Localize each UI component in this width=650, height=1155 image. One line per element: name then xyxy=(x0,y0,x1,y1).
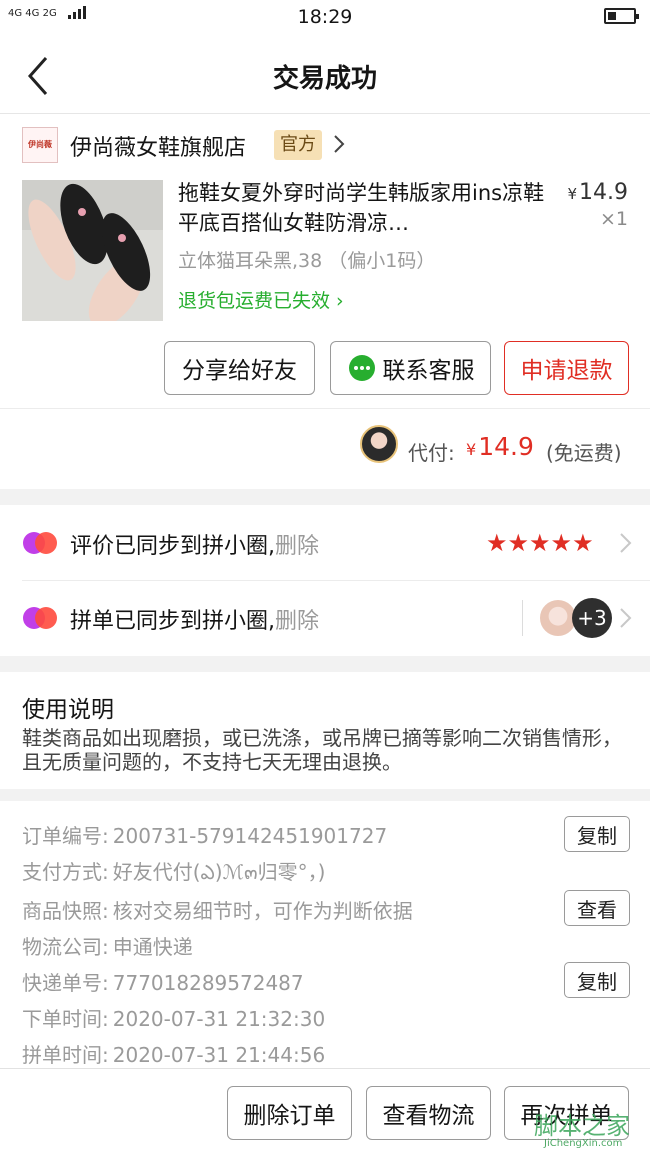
product-spec: 立体猫耳朵黑,38 （偏小1码） xyxy=(178,250,436,272)
info-label: 拼单时间: xyxy=(22,1043,109,1067)
group-delete-link[interactable]: 删除 xyxy=(275,609,319,634)
return-note-text: 退货包运费已失效 xyxy=(178,290,331,312)
review-sync-label: 评价已同步到拼小圈, xyxy=(70,534,275,559)
group-time-row: 拼单时间: 2020-07-31 21:44:56 xyxy=(22,1039,325,1068)
info-label: 订单编号: xyxy=(22,824,109,848)
snapshot-note: 核对交易细节时，可作为判断依据 xyxy=(112,899,413,923)
payer-avatar xyxy=(360,425,398,463)
order-time-row: 下单时间: 2020-07-31 21:32:30 xyxy=(22,1003,325,1032)
info-label: 支付方式: xyxy=(22,860,109,884)
copy-tracking-button[interactable]: 复制 xyxy=(564,962,630,998)
pinxiaoquan-icon xyxy=(23,607,57,629)
share-button[interactable]: 分享给好友 xyxy=(164,341,315,395)
watermark: 脚本之家 JiChengXin.com xyxy=(532,1106,650,1152)
chat-icon xyxy=(348,355,375,381)
chevron-right-icon xyxy=(334,135,345,153)
payment-method: 好友代付(ఎ)ℳ๓归零°，) xyxy=(112,860,326,884)
info-label: 物流公司: xyxy=(22,935,109,959)
info-label: 下单时间: xyxy=(22,1007,109,1031)
divider xyxy=(0,408,650,409)
status-bar: 4G 4G 2G 18:29 xyxy=(0,0,650,36)
currency-symbol: ¥ xyxy=(466,440,477,459)
store-logo: 伊尚薇 xyxy=(22,127,58,163)
product-quantity: ×1 xyxy=(599,208,628,230)
tracking-number-row: 快递单号: 777018289572487 xyxy=(22,967,304,996)
view-snapshot-button[interactable]: 查看 xyxy=(564,890,630,926)
watermark-text: 脚本之家 xyxy=(534,1112,630,1140)
order-time: 2020-07-31 21:32:30 xyxy=(112,1007,326,1031)
snapshot-row: 商品快照: 核对交易细节时，可作为判断依据 xyxy=(22,895,413,924)
payment-method-row: 支付方式: 好友代付(ఎ)ℳ๓归零°，) xyxy=(22,856,325,889)
more-members-badge: +3 xyxy=(572,598,612,638)
review-delete-link[interactable]: 删除 xyxy=(275,534,319,559)
return-shipping-note[interactable]: 退货包运费已失效 › xyxy=(178,286,344,313)
contact-service-label: 联系客服 xyxy=(382,358,475,384)
product-price: ¥14.9 xyxy=(567,180,628,205)
payment-label: 代付: xyxy=(408,441,455,465)
delete-order-button[interactable]: 删除订单 xyxy=(227,1086,352,1140)
chevron-right-icon xyxy=(620,533,632,553)
track-logistics-button[interactable]: 查看物流 xyxy=(366,1086,491,1140)
currency-symbol: ¥ xyxy=(567,185,578,203)
store-header[interactable]: 伊尚薇 伊尚薇女鞋旗舰店 官方 xyxy=(0,114,650,176)
battery-icon xyxy=(604,8,639,24)
info-label: 商品快照: xyxy=(22,899,109,923)
section-gap xyxy=(0,789,650,801)
instructions-title: 使用说明 xyxy=(22,697,114,723)
review-sync-row[interactable]: 评价已同步到拼小圈,删除 ★★★★★ xyxy=(0,507,650,581)
payment-value: 14.9 xyxy=(478,432,534,461)
nav-bar: 交易成功 xyxy=(0,36,650,114)
section-gap xyxy=(0,656,650,672)
refund-button[interactable]: 申请退款 xyxy=(504,341,629,395)
payment-amount: ¥14.9 xyxy=(466,432,534,461)
product-title[interactable]: 拖鞋女夏外穿时尚学生韩版家用ins凉鞋平底百搭仙女鞋防滑凉… xyxy=(178,178,548,238)
order-number: 200731-579142451901727 xyxy=(112,824,388,848)
divider xyxy=(522,600,523,636)
section-gap xyxy=(0,489,650,505)
tracking-number: 777018289572487 xyxy=(112,971,304,995)
info-label: 快递单号: xyxy=(22,971,109,995)
contact-service-button[interactable]: 联系客服 xyxy=(330,341,491,395)
logistics-company: 申通快递 xyxy=(112,935,193,959)
instructions-body: 鞋类商品如出现磨损，或已洗涤，或吊牌已摘等影响二次销售情形，且无质量问题的，不支… xyxy=(22,726,622,774)
group-sync-text: 拼单已同步到拼小圈,删除 xyxy=(70,603,319,635)
rating-stars: ★★★★★ xyxy=(486,529,594,557)
shipping-note: (免运费) xyxy=(546,441,622,465)
store-name: 伊尚薇女鞋旗舰店 xyxy=(70,136,247,161)
watermark-url: JiChengXin.com xyxy=(544,1138,623,1149)
review-sync-text: 评价已同步到拼小圈,删除 xyxy=(70,528,319,560)
product-image[interactable] xyxy=(22,180,163,321)
copy-order-number-button[interactable]: 复制 xyxy=(564,816,630,852)
logistics-company-row: 物流公司: 申通快递 xyxy=(22,931,193,960)
status-time: 18:29 xyxy=(297,6,353,28)
group-sync-label: 拼单已同步到拼小圈, xyxy=(70,609,275,634)
chevron-right-icon xyxy=(620,608,632,628)
official-badge: 官方 xyxy=(274,130,322,160)
group-time: 2020-07-31 21:44:56 xyxy=(112,1043,326,1067)
chevron-right-icon: › xyxy=(330,290,344,312)
divider xyxy=(22,580,650,581)
pinxiaoquan-icon xyxy=(23,532,57,554)
price-value: 14.9 xyxy=(579,180,628,205)
page-title: 交易成功 xyxy=(272,64,377,94)
order-number-row: 订单编号: 200731-579142451901727 xyxy=(22,820,387,849)
